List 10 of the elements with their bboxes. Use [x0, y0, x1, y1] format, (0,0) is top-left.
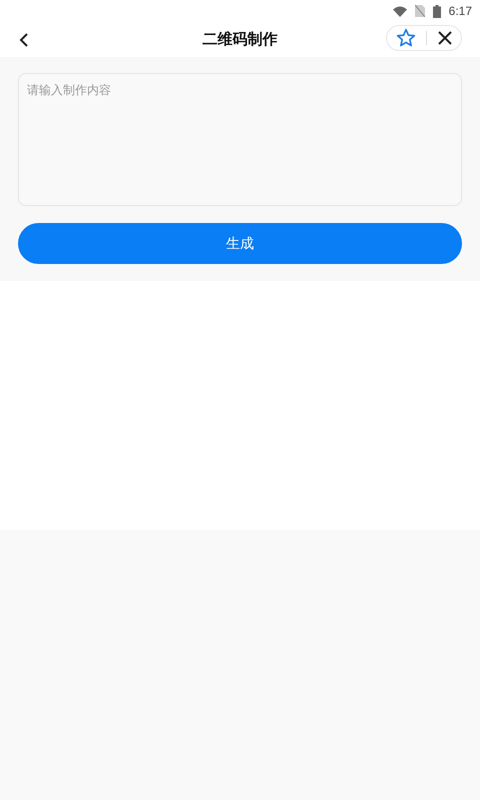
wifi-icon: [392, 6, 407, 16]
battery-icon: [432, 4, 441, 18]
status-time: 6:17: [448, 4, 472, 18]
close-icon[interactable]: [438, 31, 452, 45]
generate-button[interactable]: 生成: [18, 223, 462, 264]
star-icon[interactable]: [396, 28, 416, 48]
no-sim-icon: [414, 5, 425, 17]
back-icon[interactable]: [19, 32, 29, 46]
content-input[interactable]: 请输入制作内容: [18, 73, 462, 206]
page-title: 二维码制作: [202, 30, 278, 49]
